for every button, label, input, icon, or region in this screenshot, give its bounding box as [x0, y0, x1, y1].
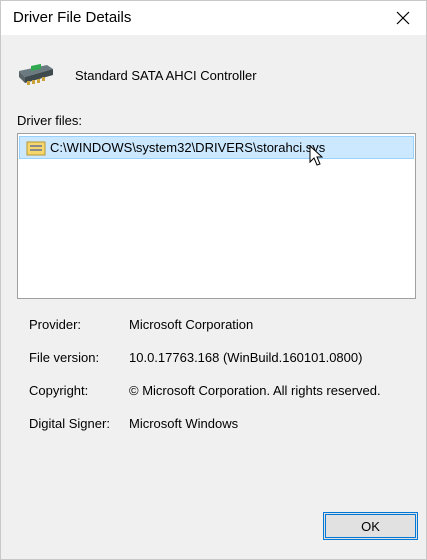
device-header: Standard SATA AHCI Controller — [17, 59, 257, 91]
copyright-row: Copyright: © Microsoft Corporation. All … — [29, 383, 381, 416]
ok-button[interactable]: OK — [323, 512, 418, 540]
driver-files-list[interactable]: C:\WINDOWS\system32\DRIVERS\storahci.sys — [17, 133, 416, 299]
driver-properties: Provider: Microsoft Corporation File ver… — [29, 317, 381, 449]
file-version-row: File version: 10.0.17763.168 (WinBuild.1… — [29, 350, 381, 383]
mouse-pointer-icon — [309, 145, 323, 166]
digital-signer-row: Digital Signer: Microsoft Windows — [29, 416, 381, 449]
storage-controller-icon — [19, 63, 53, 85]
driver-files-label: Driver files: — [17, 113, 83, 128]
provider-row: Provider: Microsoft Corporation — [29, 317, 381, 350]
driver-file-icon — [26, 141, 46, 155]
provider-label: Provider: — [29, 317, 82, 332]
file-version-label: File version: — [29, 350, 100, 365]
driver-file-path: C:\WINDOWS\system32\DRIVERS\storahci.sys — [50, 140, 326, 155]
dialog-title: Driver File Details — [13, 9, 132, 26]
close-button[interactable] — [380, 1, 426, 35]
device-name: Standard SATA AHCI Controller — [75, 67, 257, 83]
list-item[interactable]: C:\WINDOWS\system32\DRIVERS\storahci.sys — [19, 136, 414, 159]
title-bar[interactable]: Driver File Details — [1, 1, 426, 35]
driver-file-details-dialog: Driver File Details Standard SATA AHCI C… — [0, 0, 427, 560]
copyright-label: Copyright: — [29, 383, 89, 398]
digital-signer-value: Microsoft Windows — [129, 416, 239, 431]
provider-value: Microsoft Corporation — [129, 317, 254, 332]
file-version-value: 10.0.17763.168 (WinBuild.160101.0800) — [129, 350, 363, 365]
digital-signer-label: Digital Signer: — [29, 416, 110, 431]
close-icon — [396, 11, 410, 25]
copyright-value: © Microsoft Corporation. All rights rese… — [129, 383, 381, 398]
